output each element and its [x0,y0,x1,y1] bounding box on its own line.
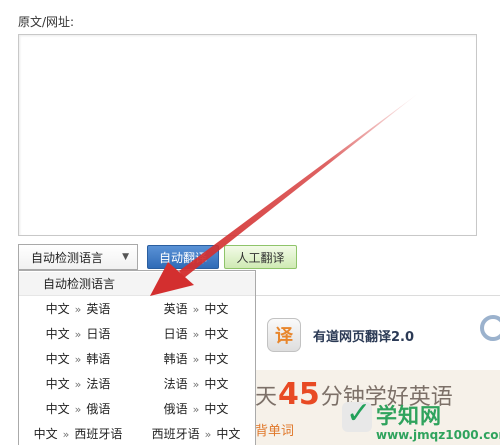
dropdown-row: 中文 » 法语 法语 » 中文 [19,372,255,397]
dropdown-option-left[interactable]: 中文 » 俄语 [19,397,137,421]
option-from-lang: 中文 [45,327,70,341]
language-select-value: 自动检测语言 [31,250,104,265]
option-separator: » [74,328,82,341]
option-to-lang: 韩语 [86,352,111,366]
dropdown-option-right[interactable]: 法语 » 中文 [137,372,255,396]
option-from-lang: 韩语 [163,352,188,366]
option-from-lang: 中文 [45,302,70,316]
option-separator: » [192,303,200,316]
option-from-lang: 西班牙语 [151,427,200,441]
dropdown-option-right[interactable]: 韩语 » 中文 [137,347,255,371]
option-separator: » [74,403,82,416]
human-translate-button[interactable]: 人工翻译 [224,245,297,269]
watermark-title: 学知网 [376,404,442,428]
option-separator: » [192,328,200,341]
promo-number: 45 [278,377,320,412]
option-from-lang: 中文 [33,427,58,441]
dropdown-row: 中文 » 俄语 俄语 » 中文 [19,397,255,422]
option-separator: » [204,428,212,441]
option-to-lang: 中文 [204,327,229,341]
dropdown-option-left[interactable]: 中文 » 法语 [19,372,137,396]
dropdown-option-left[interactable]: 中文 » 英语 [19,297,137,321]
option-separator: » [74,378,82,391]
option-to-lang: 中文 [216,427,241,441]
auto-translate-button[interactable]: 自动翻译 [147,245,219,269]
promo-prefix: 天 [255,385,278,410]
dropdown-row: 中文 » 韩语 韩语 » 中文 [19,347,255,372]
watermark-check-icon: ✓ [346,396,372,431]
source-label: 原文/网址: [18,15,75,29]
language-select[interactable]: 自动检测语言 ▼ [18,244,138,270]
banner-divider [255,295,500,296]
banner-title: 有道网页翻译2.0 [313,330,415,345]
option-to-lang: 英语 [86,302,111,316]
youdao-logo-icon: 译 [267,318,301,352]
watermark: ✓ 学知网 www.jmqz1000.com [342,396,500,445]
option-to-lang: 中文 [204,402,229,416]
promo-sub: 背单词 [255,424,295,439]
option-separator: » [192,403,200,416]
dropdown-row: 中文 » 西班牙语 西班牙语 » 中文 [19,422,255,445]
option-from-lang: 俄语 [163,402,188,416]
dropdown-option-left[interactable]: 中文 » 西班牙语 [19,422,137,445]
option-from-lang: 日语 [163,327,188,341]
option-to-lang: 中文 [204,377,229,391]
option-from-lang: 中文 [45,377,70,391]
source-textarea[interactable] [18,34,477,236]
dropdown-option-left[interactable]: 中文 » 日语 [19,322,137,346]
option-to-lang: 俄语 [86,402,111,416]
option-separator: » [192,353,200,366]
option-from-lang: 中文 [45,352,70,366]
option-from-lang: 法语 [163,377,188,391]
dropdown-row: 中文 » 英语 英语 » 中文 [19,297,255,322]
option-to-lang: 法语 [86,377,111,391]
option-separator: » [62,428,70,441]
watermark-url: www.jmqz1000.com [376,428,500,442]
dropdown-option-right[interactable]: 俄语 » 中文 [137,397,255,421]
option-from-lang: 英语 [163,302,188,316]
dropdown-option-right[interactable]: 日语 » 中文 [137,322,255,346]
dropdown-caret-icon: ▼ [122,252,129,262]
option-to-lang: 中文 [204,352,229,366]
dropdown-row: 中文 » 日语 日语 » 中文 [19,322,255,347]
dropdown-option-left[interactable]: 中文 » 韩语 [19,347,137,371]
option-from-lang: 中文 [45,402,70,416]
magnifier-icon [480,315,500,341]
option-to-lang: 中文 [204,302,229,316]
language-dropdown: 自动检测语言 中文» 英语 英语» 中文 中文» 日语 日语» 中文 中文» 韩语 韩语» 中文 中文»… [18,270,256,445]
option-separator: » [74,353,82,366]
dropdown-option-auto[interactable]: 自动检测语言 [19,272,255,296]
option-separator: » [74,303,82,316]
option-separator: » [192,378,200,391]
dropdown-option-right[interactable]: 英语 » 中文 [137,297,255,321]
option-to-lang: 西班牙语 [74,427,123,441]
option-to-lang: 日语 [86,327,111,341]
dropdown-option-right[interactable]: 西班牙语 » 中文 [137,422,255,445]
